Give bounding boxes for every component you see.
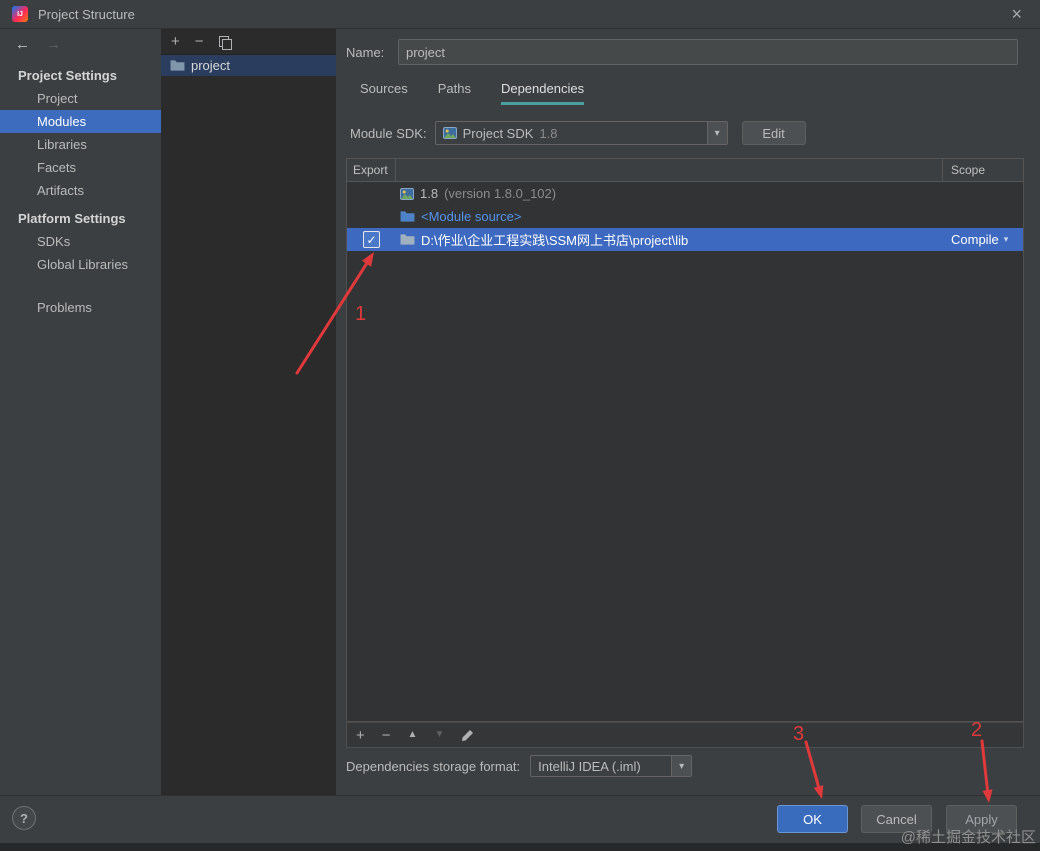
title-bar: IJ Project Structure × [0,0,1040,29]
edit-sdk-button[interactable]: Edit [741,121,806,145]
dependency-row-module-source[interactable]: <Module source> [347,205,1023,228]
dependency-detail: (version 1.8.0_102) [444,186,557,201]
dependency-name: <Module source> [421,209,522,224]
folder-icon [400,211,415,222]
sidebar-item-sdks[interactable]: SDKs [0,230,161,253]
module-sdk-label: Module SDK: [350,125,427,141]
dependency-name: 1.8 [420,186,439,201]
window-title: Project Structure [38,6,135,22]
cancel-button[interactable]: Cancel [861,805,932,833]
dependencies-table-body: 1.8 (version 1.8.0_102) <Module source> [346,182,1024,722]
module-folder-icon [170,60,185,71]
storage-format-combobox[interactable]: IntelliJ IDEA (.iml) ▾ [530,755,693,777]
sdk-icon [442,127,457,139]
sdk-dropdown-icon[interactable]: ▾ [706,122,727,144]
sidebar-item-facets[interactable]: Facets [0,156,161,179]
dependency-row-library[interactable]: ✓ D:\作业\企业工程实践\SSM网上书店\project\lib Compi… [347,228,1023,251]
dependency-row-sdk[interactable]: 1.8 (version 1.8.0_102) [347,182,1023,205]
add-dependency-icon[interactable]: + [356,728,365,743]
editor-tabs: Sources Paths Dependencies [360,81,585,105]
intellij-logo-icon: IJ [12,6,28,22]
storage-dropdown-icon[interactable]: ▾ [671,756,692,776]
settings-sidebar: ← → Project Settings Project Modules Lib… [0,29,161,795]
move-down-icon[interactable]: ▼ [434,730,444,740]
project-structure-window: IJ Project Structure × ← → Project Setti… [0,0,1040,851]
module-list-item[interactable]: project [161,55,336,76]
help-button[interactable]: ? [12,806,36,830]
module-sdk-combobox[interactable]: Project SDK 1.8 ▾ [434,121,728,145]
sdk-icon [400,187,414,200]
dependency-name: D:\作业\企业工程实践\SSM网上书店\project\lib [421,233,689,248]
back-icon[interactable]: ← [15,36,30,53]
forward-icon[interactable]: → [46,36,61,53]
tab-dependencies[interactable]: Dependencies [500,81,585,105]
modules-toolbar: + − [161,29,336,55]
dependencies-table-header: Export Scope [346,158,1024,182]
dependencies-toolbar: + − ▲ ▼ [346,722,1024,748]
tab-paths[interactable]: Paths [438,81,471,105]
name-label: Name: [346,44,385,60]
storage-format-label: Dependencies storage format: [346,758,521,774]
copy-module-icon[interactable] [218,35,232,50]
storage-format-value: IntelliJ IDEA (.iml) [538,758,641,774]
column-header-export: Export [347,159,396,181]
sidebar-item-problems[interactable]: Problems [0,296,161,319]
section-header-project-settings: Project Settings [18,68,117,83]
sidebar-item-project[interactable]: Project [0,87,161,110]
sidebar-item-modules[interactable]: Modules [0,110,161,133]
window-bottom-edge [0,843,1040,851]
dialog-footer: ? OK Cancel Apply [0,795,1040,843]
close-icon[interactable]: × [1011,4,1028,25]
module-name-input[interactable] [398,39,1018,65]
sdk-version: 1.8 [539,125,558,141]
column-header-name [396,159,943,181]
tab-sources[interactable]: Sources [360,81,408,105]
remove-module-icon[interactable]: − [195,34,204,49]
edit-pencil-icon[interactable] [461,729,474,742]
scope-dropdown-icon: ▾ [1003,234,1009,244]
sidebar-item-libraries[interactable]: Libraries [0,133,161,156]
add-module-icon[interactable]: + [171,34,180,49]
export-checkbox[interactable]: ✓ [363,231,380,248]
scope-value: Compile [951,232,999,247]
check-icon: ✓ [366,232,377,247]
history-toolbar: ← → [0,29,161,59]
sdk-value: Project SDK [462,125,534,141]
column-header-scope: Scope [951,163,986,177]
modules-list-panel: + − project [161,29,336,795]
move-up-icon[interactable]: ▲ [408,730,418,740]
module-name: project [191,58,231,73]
section-header-platform-settings: Platform Settings [18,211,126,226]
apply-button[interactable]: Apply [946,805,1017,833]
sidebar-item-global-libraries[interactable]: Global Libraries [0,253,161,276]
module-editor: Name: Sources Paths Dependencies Module … [336,29,1040,795]
scope-dropdown[interactable]: Compile ▾ [943,232,1023,247]
remove-dependency-icon[interactable]: − [382,728,391,743]
ok-button[interactable]: OK [777,805,848,833]
dependencies-table: Export Scope 1.8 (version 1.8.0_102) <Mo… [346,158,1024,748]
folder-icon [400,234,415,245]
sidebar-item-artifacts[interactable]: Artifacts [0,179,161,202]
